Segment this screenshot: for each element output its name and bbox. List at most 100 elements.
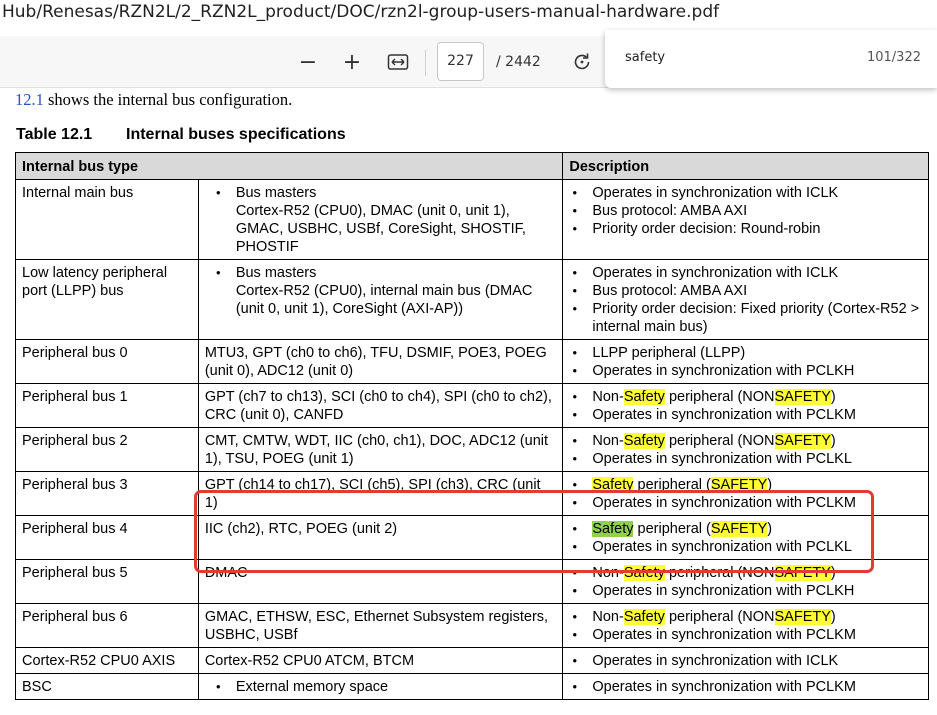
bus-detail-cell: GPT (ch7 to ch13), SCI (ch0 to ch4), SPI…: [197, 383, 564, 428]
bus-type-cell: Cortex-R52 CPU0 AXIS: [15, 647, 199, 674]
bus-detail-cell: Bus masters Cortex-R52 (CPU0), DMAC (uni…: [197, 179, 564, 260]
list-item: Operates in synchronization with ICLK: [569, 184, 922, 202]
desc-text: ): [767, 477, 773, 493]
bus-detail-cell: GMAC, ETHSW, ESC, Ethernet Subsystem reg…: [197, 603, 564, 648]
rotate-icon: [574, 53, 590, 70]
list-item: Non-Safety peripheral (NONSAFETY): [569, 432, 922, 450]
desc-text: ): [767, 521, 773, 537]
description-cell: Operates in synchronization with PCLKM: [562, 673, 929, 700]
bus-type-cell: Peripheral bus 0: [15, 339, 199, 384]
bus-type-cell: Peripheral bus 5: [15, 559, 199, 604]
header-description: Description: [562, 152, 929, 180]
description-cell: Operates in synchronization with ICLK Bu…: [562, 259, 929, 340]
bus-detail-cell: External memory space: [197, 673, 564, 700]
list-item: Operates in synchronization with PCLKM: [569, 406, 922, 424]
search-highlight: SAFETY: [774, 389, 831, 405]
desc-text: peripheral (NON: [664, 565, 775, 581]
bus-detail-cell: Cortex-R52 CPU0 ATCM, BTCM: [197, 647, 564, 674]
description-cell: Non-Safety peripheral (NONSAFETY) Operat…: [562, 603, 929, 648]
list-item: Operates in synchronization with PCLKM: [569, 494, 922, 512]
desc-text: Non-: [592, 565, 624, 581]
toolbar-divider: [425, 50, 426, 76]
address-bar[interactable]: Hub/Renesas/RZN2L/2_RZN2L_product/DOC/rz…: [0, 0, 937, 30]
list-item: Operates in synchronization with PCLKM: [569, 626, 922, 644]
list-item: Non-Safety peripheral (NONSAFETY): [569, 564, 922, 582]
table-row: Peripheral bus 0 MTU3, GPT (ch0 to ch6),…: [15, 339, 929, 384]
bus-type-cell: Peripheral bus 3: [15, 471, 199, 516]
search-highlight: Safety: [623, 433, 665, 449]
find-input[interactable]: safety: [625, 50, 665, 65]
rotate-button[interactable]: [568, 48, 596, 76]
table-row: Cortex-R52 CPU0 AXIS Cortex-R52 CPU0 ATC…: [15, 647, 929, 674]
current-search-match: Safety: [592, 521, 634, 537]
list-item: Operates in synchronization with PCLKH: [569, 582, 922, 600]
bus-detail-cell: Bus masters Cortex-R52 (CPU0), internal …: [197, 259, 564, 340]
list-item: Bus protocol: AMBA AXI: [569, 202, 922, 220]
bus-detail-cell: DMAC: [197, 559, 564, 604]
desc-text: Non-: [592, 389, 624, 405]
page-number-input[interactable]: 227: [437, 42, 484, 81]
desc-text: ): [830, 433, 836, 449]
table-row: Peripheral bus 6 GMAC, ETHSW, ESC, Ether…: [15, 603, 929, 648]
bus-detail-cell: CMT, CMTW, WDT, IIC (ch0, ch1), DOC, ADC…: [197, 427, 564, 472]
desc-text: Non-: [592, 609, 624, 625]
table-number: Table 12.1: [16, 126, 93, 143]
find-bar: safety 101/322: [605, 30, 937, 88]
fit-width-button[interactable]: [384, 48, 412, 76]
description-cell: Non-Safety peripheral (NONSAFETY) Operat…: [562, 559, 929, 604]
list-item: Operates in synchronization with PCLKL: [569, 538, 922, 556]
page-total: / 2442: [496, 54, 541, 70]
search-highlight: SAFETY: [774, 609, 831, 625]
list-item: External memory space: [205, 678, 557, 696]
list-item: Operates in synchronization with PCLKH: [569, 362, 922, 380]
list-item: Priority order decision: Fixed priority …: [569, 300, 922, 336]
bus-type-cell: Peripheral bus 1: [15, 383, 199, 428]
list-item: Operates in synchronization with ICLK: [569, 264, 922, 282]
bus-detail-cell: IIC (ch2), RTC, POEG (unit 2): [197, 515, 564, 560]
zoom-in-button[interactable]: +: [338, 48, 366, 76]
search-highlight: SAFETY: [710, 521, 768, 537]
zoom-out-button[interactable]: −: [294, 48, 322, 76]
table-row: Peripheral bus 1 GPT (ch7 to ch13), SCI …: [15, 383, 929, 428]
description-cell: Non-Safety peripheral (NONSAFETY) Operat…: [562, 427, 929, 472]
list-item: Operates in synchronization with PCLKL: [569, 450, 922, 468]
bus-type-cell: BSC: [15, 673, 199, 700]
table-row: Peripheral bus 2 CMT, CMTW, WDT, IIC (ch…: [15, 427, 929, 472]
list-item: LLPP peripheral (LLPP): [569, 344, 922, 362]
desc-text: peripheral (: [633, 521, 711, 537]
table-row: Peripheral bus 5 DMAC Non-Safety periphe…: [15, 559, 929, 604]
detail-text: Cortex-R52 (CPU0), internal main bus (DM…: [235, 283, 533, 317]
detail-text: Cortex-R52 (CPU0), DMAC (unit 0, unit 1)…: [235, 203, 526, 255]
minus-icon: −: [298, 49, 318, 75]
find-match-count: 101/322: [866, 50, 921, 65]
list-item: Safety peripheral (SAFETY): [569, 520, 922, 538]
list-item: Bus protocol: AMBA AXI: [569, 282, 922, 300]
bus-type-cell: Internal main bus: [15, 179, 199, 260]
desc-text: ): [830, 565, 836, 581]
description-cell: Safety peripheral (SAFETY) Operates in s…: [562, 471, 929, 516]
table-row: Peripheral bus 4 IIC (ch2), RTC, POEG (u…: [15, 515, 929, 560]
table-row: Internal main bus Bus masters Cortex-R52…: [15, 179, 929, 260]
list-item: Bus masters: [205, 184, 557, 202]
header-bus-type: Internal bus type: [14, 152, 564, 180]
file-path: Hub/Renesas/RZN2L/2_RZN2L_product/DOC/rz…: [2, 2, 720, 22]
table-title: Table 12.1 Internal buses specifications: [16, 126, 346, 144]
table-row: Low latency peripheral port (LLPP) bus B…: [15, 259, 929, 340]
list-item: Operates in synchronization with PCLKM: [569, 678, 922, 696]
table-reference-link[interactable]: 12.1: [15, 90, 44, 109]
list-item: Non-Safety peripheral (NONSAFETY): [569, 608, 922, 626]
search-highlight: SAFETY: [774, 433, 831, 449]
desc-text: ): [830, 609, 836, 625]
fit-width-icon: [387, 54, 409, 70]
table-caption: Internal buses specifications: [126, 126, 346, 143]
intro-sentence: shows the internal bus configuration.: [43, 90, 293, 109]
desc-text: peripheral (NON: [664, 433, 775, 449]
bus-detail-cell: GPT (ch14 to ch17), SCI (ch5), SPI (ch3)…: [197, 471, 564, 516]
search-highlight: Safety: [623, 565, 665, 581]
description-cell: Non-Safety peripheral (NONSAFETY) Operat…: [562, 383, 929, 428]
list-item: Safety peripheral (SAFETY): [569, 476, 922, 494]
desc-text: peripheral (NON: [664, 609, 775, 625]
description-cell: Operates in synchronization with ICLK Bu…: [562, 179, 929, 260]
desc-text: Non-: [592, 433, 624, 449]
search-highlight: Safety: [623, 609, 665, 625]
